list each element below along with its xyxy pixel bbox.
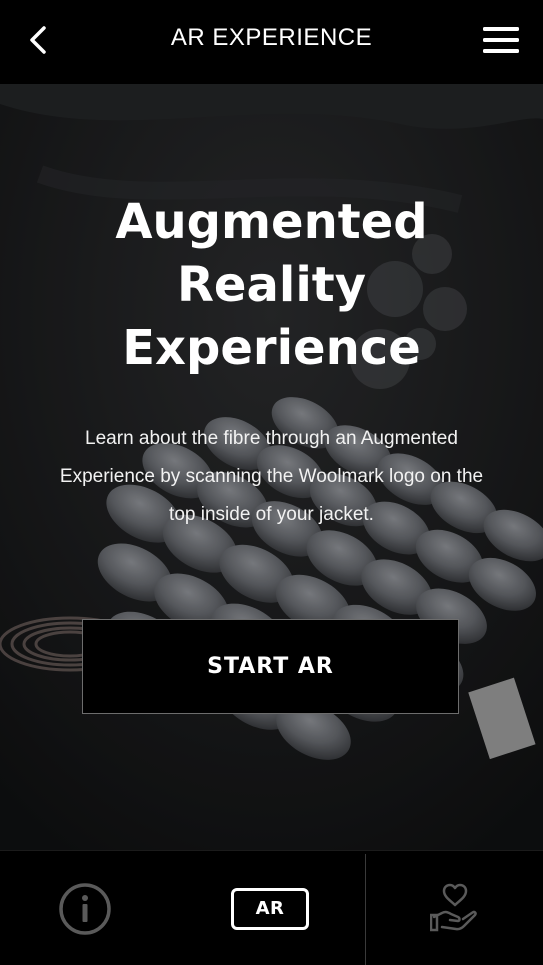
tab-info[interactable]: [30, 851, 140, 965]
tab-divider: [365, 854, 366, 965]
top-app-bar: AR EXPERIENCE: [0, 0, 543, 84]
ar-experience-screen: AR EXPERIENCE Augmented Reality Experien…: [0, 0, 543, 965]
tab-care[interactable]: [400, 851, 510, 965]
heart-in-hand-icon: [430, 883, 477, 931]
hero-title: Augmented Reality Experience: [115, 194, 428, 376]
page-title: AR EXPERIENCE: [170, 24, 373, 51]
ar-badge-icon: AR: [231, 887, 309, 930]
info-icon: [59, 882, 111, 935]
hero-section: Augmented Reality Experience Learn about…: [0, 84, 543, 850]
bottom-tab-bar: AR: [0, 850, 543, 965]
start-ar-button[interactable]: START AR: [82, 619, 459, 714]
menu-button[interactable]: [481, 20, 521, 60]
hero-description: Learn about the fibre through an Augment…: [59, 428, 484, 525]
hamburger-menu-icon: [483, 27, 519, 53]
tab-ar-label: AR: [255, 898, 285, 919]
tab-ar[interactable]: AR: [210, 851, 330, 965]
